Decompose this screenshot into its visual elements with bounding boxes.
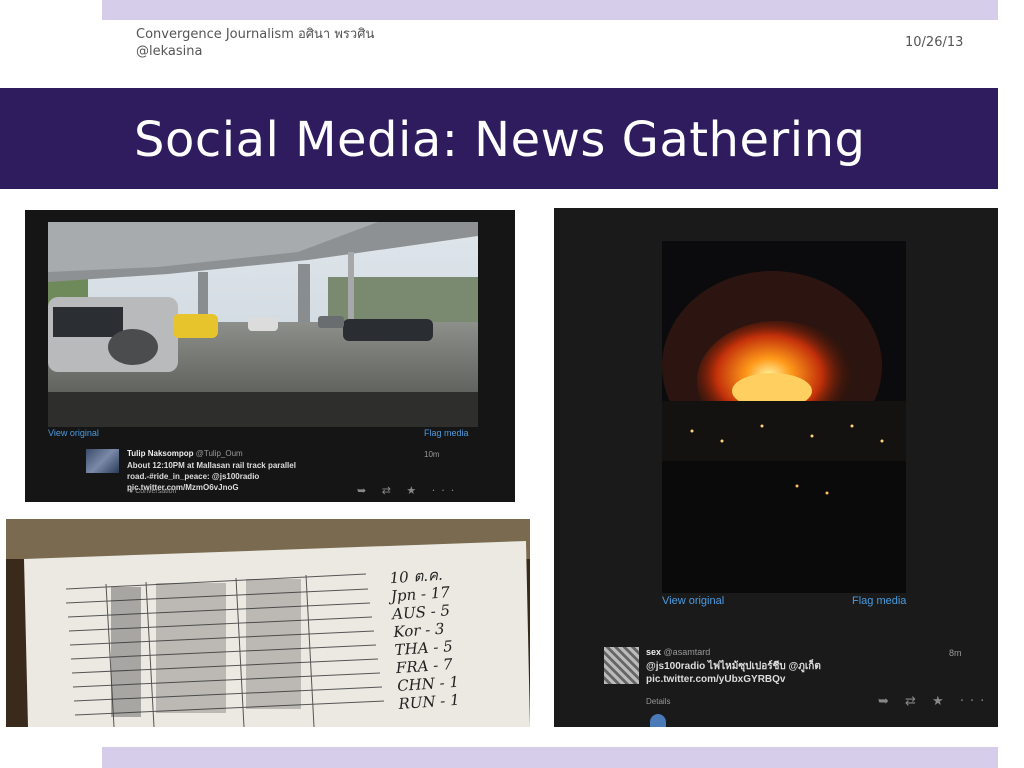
tweet-avatar[interactable] [86, 449, 119, 473]
globe-icon [650, 714, 666, 727]
view-original-link[interactable]: View original [662, 595, 724, 607]
conversation-icon: ● [129, 488, 134, 495]
slide-date: 10/26/13 [905, 35, 964, 50]
header-info: Convergence Journalism อศินา พรวศิน @lek… [136, 26, 374, 60]
tweet-author[interactable]: Tulip Naksompop @Tulip_Oum [127, 449, 243, 458]
conversation-label: Conversation [135, 488, 177, 495]
flood-photo [48, 222, 478, 427]
author-handle: @lekasina [136, 44, 203, 59]
tweet-text: @js100radio ไฟไหม้ซุปเปอร์ชีบ @ภูเก็ต pi… [646, 660, 821, 686]
tally-sheet-photo: 10 ต.ค. Jpn - 17 AUS - 5 Kor - 3 THA - 5… [6, 519, 530, 727]
tweet-author-handle: @asamtard [663, 647, 711, 657]
conversation-link[interactable]: ● Conversation [129, 488, 176, 495]
fire-photo [662, 241, 906, 593]
top-accent-bar [102, 0, 998, 20]
bottom-accent-bar [102, 747, 998, 768]
tweet-text-line: @js100radio ไฟไหม้ซุปเปอร์ชีบ @ภูเก็ต [646, 661, 821, 672]
course-name: Convergence Journalism อศินา พรวศิน [136, 27, 375, 42]
tweet-author-handle: @Tulip_Oum [195, 449, 243, 458]
tweet-link[interactable]: pic.twitter.com/yUbxGYRBQv [646, 673, 821, 686]
slide-title: Social Media: News Gathering [134, 112, 866, 168]
handwritten-note: 10 ต.ค. Jpn - 17 AUS - 5 Kor - 3 THA - 5… [389, 565, 461, 713]
view-original-link[interactable]: View original [48, 428, 99, 438]
flag-media-link[interactable]: Flag media [852, 595, 906, 607]
tweet-text-line: About 12:10PM at Mallasan rail track par… [127, 461, 296, 470]
tweet-text-line: road.-#ride_in_peace: @js100radio [127, 472, 260, 481]
tweet-author-name: Tulip Naksompop [127, 449, 194, 458]
details-link[interactable]: Details [646, 697, 670, 706]
tweet-author[interactable]: sex @asamtard [646, 647, 710, 657]
tweet-avatar[interactable] [604, 647, 639, 684]
flag-media-link[interactable]: Flag media [424, 428, 469, 438]
tweet-actions[interactable]: ➥ ⇄ ★ ··· [357, 484, 460, 497]
tweet-time: 10m [424, 450, 440, 459]
tweet-author-name: sex [646, 647, 662, 657]
tweet-time: 8m [949, 648, 962, 658]
tweet-actions[interactable]: ➥ ⇄ ★ ··· [878, 694, 990, 709]
